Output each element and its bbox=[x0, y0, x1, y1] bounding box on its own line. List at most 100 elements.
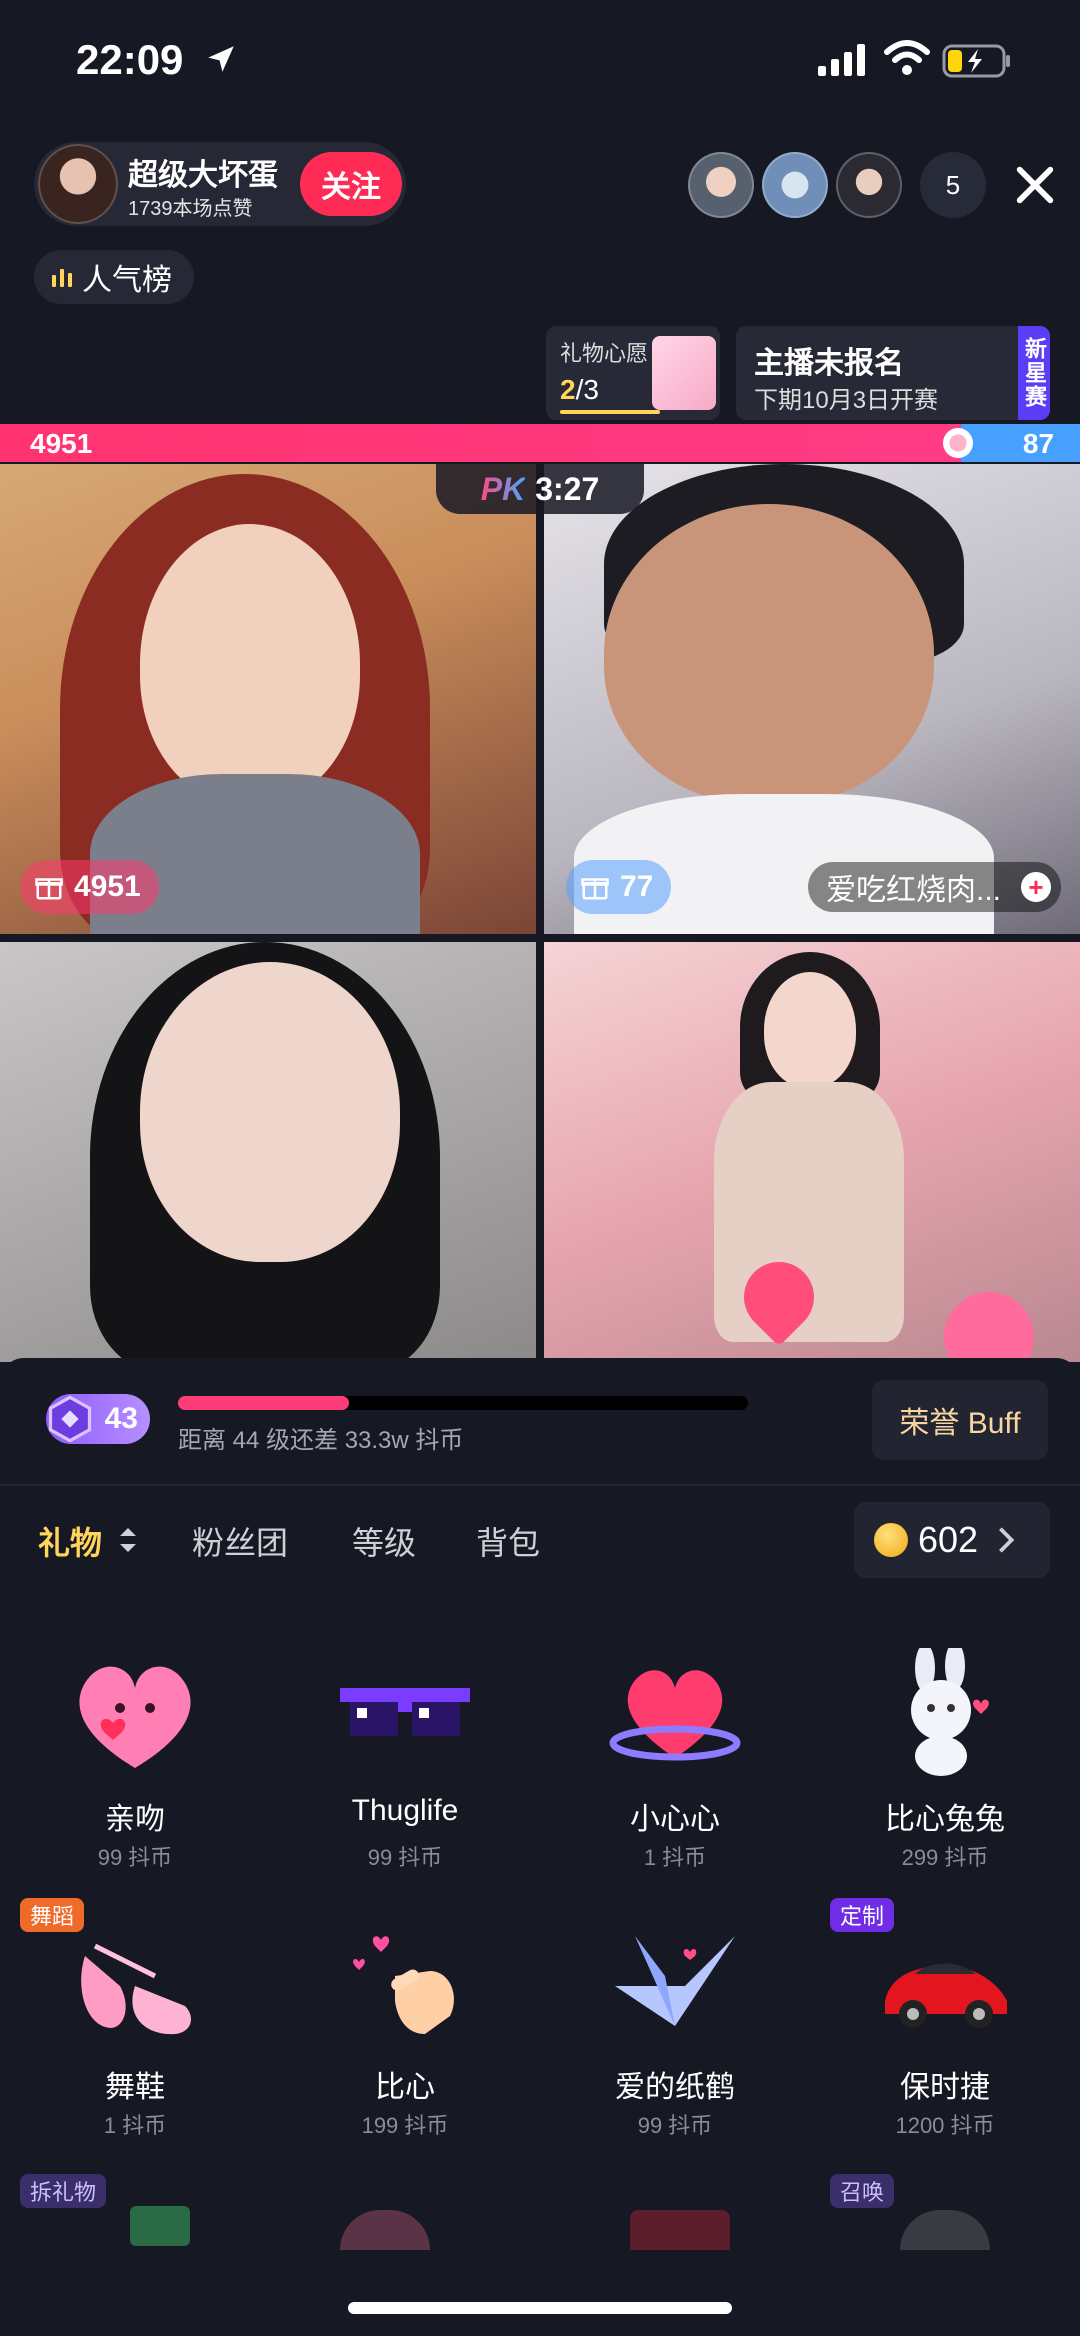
tab-fan-club[interactable]: 粉丝团 bbox=[192, 1518, 288, 1564]
heart-ring-icon bbox=[609, 1670, 741, 1761]
host-info[interactable]: 超级大坏蛋 1739本场点赞 关注 bbox=[34, 142, 406, 226]
pk-score-bar: 4951 87 bbox=[0, 424, 1080, 462]
host-avatar[interactable] bbox=[38, 144, 118, 224]
level-progress-fill bbox=[178, 1396, 349, 1410]
pk-time: 3:27 bbox=[535, 470, 600, 507]
heart-effect-icon bbox=[925, 1273, 1053, 1362]
coin-balance: 602 bbox=[918, 1519, 979, 1560]
gift-name: 亲吻 bbox=[105, 1803, 165, 1836]
pk-right-score: 87 bbox=[1022, 428, 1054, 459]
chevron-right-icon bbox=[999, 1527, 1015, 1553]
gift-price: 1 抖币 bbox=[643, 1845, 707, 1870]
gift-name: 保时捷 bbox=[900, 2071, 990, 2104]
gift-wish-card[interactable]: 礼物心愿 2/3 bbox=[546, 326, 720, 420]
pk-divider-icon bbox=[943, 428, 973, 458]
battery-charging-icon bbox=[942, 44, 1010, 78]
status-bar: 22:09 bbox=[0, 0, 1080, 130]
wish-total: /3 bbox=[575, 374, 599, 405]
guest-gift-score: 77 bbox=[566, 860, 672, 914]
level-progress-text: 距离 44 级还差 33.3w 抖币 bbox=[178, 1427, 464, 1454]
coin-balance-button[interactable]: 602 bbox=[854, 1502, 1050, 1578]
sports-car-icon bbox=[885, 1963, 1007, 2028]
new-star-card[interactable]: 主播未报名 下期10月3日开赛 新星赛 bbox=[736, 326, 1050, 420]
cellular-signal-icon bbox=[818, 44, 865, 76]
level-progress-track bbox=[178, 1396, 748, 1410]
summon-tag: 召唤 bbox=[830, 2174, 895, 2208]
new-star-subtitle: 下期10月3日开赛 bbox=[754, 387, 939, 414]
stream-guest-video[interactable] bbox=[544, 942, 1080, 1362]
sort-icon[interactable] bbox=[118, 1526, 138, 1554]
bar-chart-icon bbox=[52, 269, 72, 287]
level-gem-icon bbox=[48, 1395, 92, 1443]
gift-item[interactable]: 比心兔兔 299 抖币 bbox=[810, 1648, 1080, 1888]
pk-left-score: 4951 bbox=[30, 428, 93, 459]
honor-buff-button[interactable]: 荣誉 Buff bbox=[872, 1380, 1048, 1460]
gift-name: 爱的纸鹤 bbox=[615, 2071, 735, 2104]
host-gift-score-value: 4951 bbox=[74, 870, 141, 903]
close-icon[interactable] bbox=[1012, 162, 1058, 208]
stream-person-face bbox=[140, 524, 360, 804]
gift-item-partial[interactable] bbox=[130, 2206, 190, 2246]
gift-item-partial[interactable] bbox=[340, 2210, 430, 2250]
wish-progress: 2/3 bbox=[560, 374, 599, 406]
tab-backpack[interactable]: 背包 bbox=[476, 1518, 540, 1564]
host-likes: 1739本场点赞 bbox=[128, 198, 253, 220]
coin-icon bbox=[874, 1523, 908, 1557]
add-icon[interactable]: + bbox=[1021, 872, 1052, 902]
stream-person-face bbox=[764, 972, 856, 1088]
stream-guest-video[interactable] bbox=[0, 942, 536, 1362]
follow-button[interactable]: 关注 bbox=[300, 152, 402, 216]
gift-price: 99 抖币 bbox=[367, 1845, 443, 1870]
clock: 22:09 bbox=[76, 36, 184, 83]
gift-box-icon bbox=[581, 878, 609, 900]
gift-name: 小心心 bbox=[630, 1803, 720, 1836]
divider bbox=[0, 1484, 1080, 1486]
popularity-rank-button[interactable]: 人气榜 bbox=[34, 250, 194, 304]
gift-item[interactable]: 保时捷 1200 抖币 bbox=[810, 1916, 1080, 2156]
viewer-avatar[interactable] bbox=[836, 152, 902, 218]
gift-name: 舞鞋 bbox=[105, 2071, 165, 2104]
paper-crane-icon bbox=[615, 1936, 735, 2026]
host-name: 超级大坏蛋 bbox=[128, 159, 278, 192]
gift-name: 比心 bbox=[375, 2071, 435, 2104]
user-level-badge[interactable]: 43 bbox=[46, 1394, 150, 1444]
location-arrow-icon bbox=[208, 46, 234, 72]
pk-logo: PK bbox=[480, 470, 526, 507]
gift-item-partial[interactable] bbox=[630, 2210, 730, 2250]
user-level-value: 43 bbox=[104, 1402, 138, 1435]
viewer-avatar[interactable] bbox=[762, 152, 828, 218]
gift-price: 1 抖币 bbox=[103, 2113, 167, 2138]
wish-title: 礼物心愿 bbox=[560, 341, 649, 366]
gift-name: 比心兔兔 bbox=[885, 1803, 1005, 1836]
wish-current: 2 bbox=[560, 374, 576, 405]
rank-label: 人气榜 bbox=[82, 264, 172, 297]
home-indicator[interactable] bbox=[348, 2302, 732, 2314]
gift-price: 99 抖币 bbox=[97, 1845, 173, 1870]
stream-person-face bbox=[604, 504, 934, 804]
gift-item-partial[interactable] bbox=[900, 2210, 990, 2250]
gift-item[interactable]: 爱的纸鹤 99 抖币 bbox=[540, 1916, 810, 2156]
finger-heart-icon bbox=[353, 1936, 454, 2034]
gift-item[interactable]: Thuglife 99 抖币 bbox=[270, 1648, 540, 1888]
tab-gifts[interactable]: 礼物 bbox=[38, 1518, 102, 1564]
gift-name: Thuglife bbox=[351, 1794, 459, 1827]
gift-price: 299 抖币 bbox=[901, 1845, 989, 1870]
gift-item[interactable]: 舞鞋 1 抖币 bbox=[0, 1916, 270, 2156]
guest-name: 爱吃红烧肉... bbox=[826, 874, 1002, 907]
tab-level[interactable]: 等级 bbox=[352, 1518, 416, 1564]
wish-gift-image bbox=[652, 336, 716, 410]
guest-name-tag[interactable]: 爱吃红烧肉... + bbox=[808, 862, 1062, 912]
gift-panel: 43 距离 44 级还差 33.3w 抖币 荣誉 Buff 礼物 粉丝团 等级 … bbox=[0, 1358, 1080, 2336]
gift-item[interactable]: 小心心 1 抖币 bbox=[540, 1648, 810, 1888]
gift-item[interactable]: 亲吻 99 抖币 bbox=[0, 1648, 270, 1888]
host-gift-score: 4951 bbox=[20, 860, 159, 914]
bunny-icon bbox=[911, 1648, 989, 1776]
viewer-count[interactable]: 5 bbox=[920, 152, 986, 218]
gift-price: 99 抖币 bbox=[637, 2113, 713, 2138]
new-star-tag: 新星赛 bbox=[1018, 326, 1050, 420]
gift-price: 199 抖币 bbox=[361, 2113, 449, 2138]
dance-tag: 舞蹈 bbox=[20, 1898, 85, 1932]
custom-tag: 定制 bbox=[830, 1898, 895, 1932]
gift-item[interactable]: 比心 199 抖币 bbox=[270, 1916, 540, 2156]
viewer-avatar[interactable] bbox=[688, 152, 754, 218]
